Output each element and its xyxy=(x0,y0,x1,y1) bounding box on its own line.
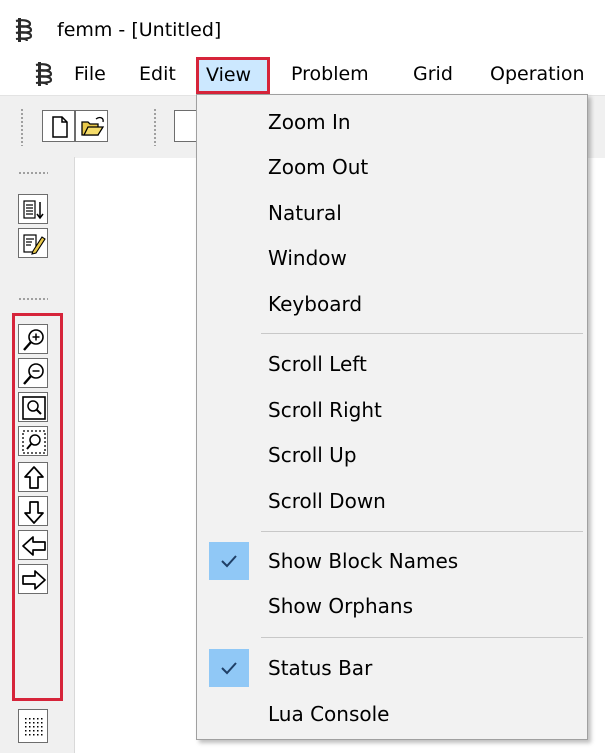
menu-item-label: Lua Console xyxy=(268,702,390,726)
window-title: femm - [Untitled] xyxy=(57,19,222,41)
checkmark-icon xyxy=(209,542,249,580)
view-menu-dropdown: Zoom In Zoom Out Natural Window Keyboard… xyxy=(196,94,588,740)
side-toolbar-grip-2[interactable] xyxy=(18,297,48,301)
grid-icon xyxy=(25,718,43,736)
edit-properties-icon xyxy=(23,234,46,255)
menu-separator xyxy=(261,637,583,638)
menu-item-label: Show Block Names xyxy=(268,549,459,573)
menu-item-label: Natural xyxy=(268,201,342,225)
menu-view[interactable]: View xyxy=(196,57,270,94)
list-sort-button[interactable] xyxy=(18,194,48,224)
view-menu-lua-console[interactable]: Lua Console xyxy=(197,692,587,736)
menu-item-label: Status Bar xyxy=(268,656,373,680)
new-file-icon xyxy=(52,116,68,138)
toolbar-grip-2[interactable] xyxy=(153,108,157,146)
menu-problem[interactable]: Problem xyxy=(291,57,369,91)
menu-item-label: Keyboard xyxy=(268,292,363,316)
femm-window: femm - [Untitled] File Edit Problem Grid… xyxy=(0,0,605,753)
open-folder-icon xyxy=(81,116,105,136)
edit-properties-button[interactable] xyxy=(18,228,48,258)
grid-button[interactable] xyxy=(18,709,48,743)
side-toolbar-grip[interactable] xyxy=(18,171,48,175)
menu-item-label: Scroll Left xyxy=(268,352,367,376)
menu-file[interactable]: File xyxy=(74,57,106,91)
checkmark-icon xyxy=(209,649,249,687)
toolbar-button-partial[interactable] xyxy=(174,110,198,142)
view-menu-show-orphans[interactable]: Show Orphans xyxy=(197,584,587,628)
view-menu-show-block-names[interactable]: Show Block Names xyxy=(197,539,587,583)
view-menu-zoom-out[interactable]: Zoom Out xyxy=(197,145,587,189)
view-menu-keyboard[interactable]: Keyboard xyxy=(197,282,587,326)
view-tools-highlight xyxy=(12,313,63,701)
list-sort-icon xyxy=(23,200,44,220)
menu-view-label: View xyxy=(206,64,252,86)
menu-item-label: Show Orphans xyxy=(268,594,414,618)
menu-item-label: Zoom Out xyxy=(268,155,369,179)
femm-app-icon xyxy=(14,18,34,42)
menu-item-label: Scroll Right xyxy=(268,398,382,422)
menu-item-label: Scroll Up xyxy=(268,443,357,467)
menu-grid[interactable]: Grid xyxy=(413,57,453,91)
menu-item-label: Zoom In xyxy=(268,110,351,134)
view-menu-scroll-right[interactable]: Scroll Right xyxy=(197,388,587,432)
menu-operation[interactable]: Operation xyxy=(490,57,585,91)
open-file-button[interactable] xyxy=(75,110,108,142)
title-bar: femm - [Untitled] xyxy=(0,0,605,56)
view-menu-zoom-in[interactable]: Zoom In xyxy=(197,100,587,144)
menu-separator xyxy=(261,333,583,334)
view-menu-status-bar[interactable]: Status Bar xyxy=(197,646,587,690)
menu-bar: File Edit Problem Grid Operation xyxy=(0,57,605,91)
view-menu-scroll-down[interactable]: Scroll Down xyxy=(197,479,587,523)
new-file-button[interactable] xyxy=(42,110,75,142)
menu-item-label: Window xyxy=(268,246,347,270)
view-menu-scroll-left[interactable]: Scroll Left xyxy=(197,342,587,386)
view-menu-window[interactable]: Window xyxy=(197,236,587,280)
menu-separator xyxy=(261,531,583,532)
toolbar-grip[interactable] xyxy=(20,108,24,146)
view-menu-natural[interactable]: Natural xyxy=(197,191,587,235)
view-menu-scroll-up[interactable]: Scroll Up xyxy=(197,433,587,477)
menu-item-label: Scroll Down xyxy=(268,489,386,513)
menu-edit[interactable]: Edit xyxy=(139,57,176,91)
system-menu-icon[interactable] xyxy=(34,62,54,86)
